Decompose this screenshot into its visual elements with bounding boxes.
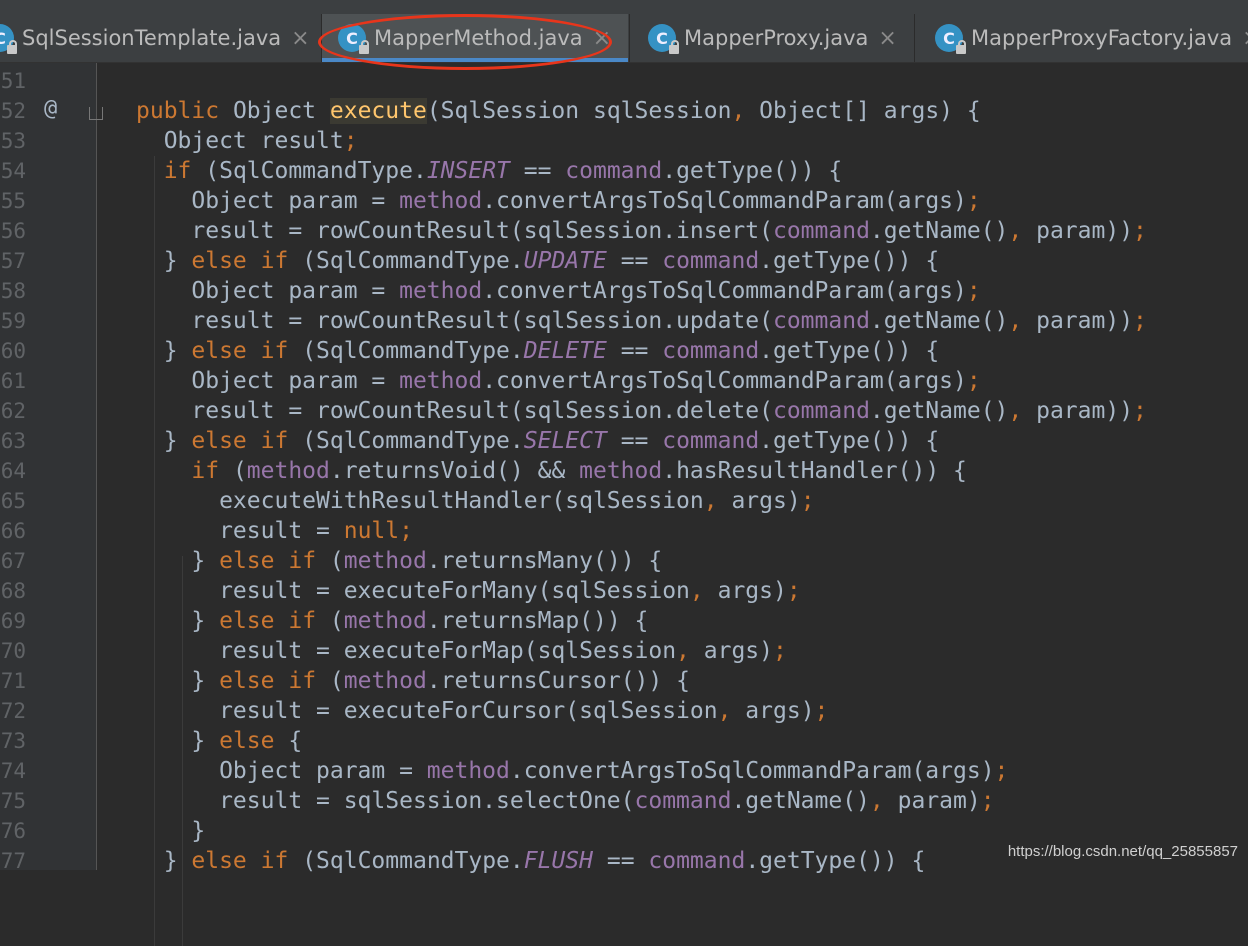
line-number: 67 (0, 549, 26, 573)
code-line[interactable]: } else if (SqlCommandType.SELECT == comm… (136, 426, 940, 456)
editor-tab-bar: C SqlSessionTemplate.java × C MapperMeth… (0, 0, 1248, 63)
line-number: 61 (0, 369, 26, 393)
class-icon: C (338, 24, 369, 54)
lock-icon (669, 40, 679, 54)
tab-mappermethod[interactable]: C MapperMethod.java × (322, 14, 628, 62)
code-line[interactable]: } (136, 816, 205, 846)
line-number: 77 (0, 849, 26, 873)
code-line[interactable]: Object param = method.convertArgsToSqlCo… (136, 276, 980, 306)
gutter-divider (96, 63, 97, 870)
line-number: 76 (0, 819, 26, 843)
line-number: 53 (0, 129, 26, 153)
close-tab-icon[interactable]: × (593, 26, 611, 51)
line-number: 58 (0, 279, 26, 303)
class-icon-letter: C (943, 28, 955, 48)
line-number: 62 (0, 399, 26, 423)
code-line[interactable]: result = executeForCursor(sqlSession, ar… (136, 696, 828, 726)
line-number: 73 (0, 729, 26, 753)
active-tab-indicator (322, 58, 628, 62)
class-icon-letter: C (0, 29, 6, 48)
code-line[interactable]: } else { (136, 726, 302, 756)
line-number: 57 (0, 249, 26, 273)
line-number: 66 (0, 519, 26, 543)
lock-icon (956, 40, 966, 54)
code-line[interactable]: public Object execute(SqlSession sqlSess… (136, 96, 981, 126)
close-tab-icon[interactable]: × (878, 26, 896, 51)
code-line[interactable]: result = null; (136, 516, 413, 546)
line-number: 65 (0, 489, 26, 513)
tab-sqlsessiontemplate[interactable]: C SqlSessionTemplate.java × (0, 14, 321, 62)
line-number: 59 (0, 309, 26, 333)
line-number: 51 (0, 69, 26, 93)
line-number: 63 (0, 429, 26, 453)
class-icon: C (935, 24, 966, 54)
tab-label: MapperProxyFactory.java (971, 26, 1233, 50)
close-tab-icon[interactable]: × (291, 26, 309, 51)
line-number: 54 (0, 159, 26, 183)
indent-guide (154, 156, 155, 946)
watermark: https://blog.csdn.net/qq_25855857 (1007, 843, 1238, 860)
line-number: 68 (0, 579, 26, 603)
lock-icon (7, 40, 17, 54)
code-line[interactable]: } else if (method.returnsMap()) { (136, 606, 648, 636)
tab-label: MapperProxy.java (684, 26, 869, 50)
line-number: 60 (0, 339, 26, 363)
lock-icon (359, 40, 369, 54)
class-icon: C (648, 24, 679, 54)
code-line[interactable]: result = executeForMany(sqlSession, args… (136, 576, 801, 606)
line-number: 70 (0, 639, 26, 663)
line-number: 56 (0, 219, 26, 243)
code-line[interactable]: result = rowCountResult(sqlSession.delet… (136, 396, 1147, 426)
code-line[interactable]: result = executeForMap(sqlSession, args)… (136, 636, 787, 666)
code-line[interactable]: if (method.returnsVoid() && method.hasRe… (136, 456, 966, 486)
code-line[interactable]: Object param = method.convertArgsToSqlCo… (136, 186, 980, 216)
tab-label: SqlSessionTemplate.java (22, 26, 282, 50)
line-number: 55 (0, 189, 26, 213)
class-icon-letter: C (656, 28, 668, 48)
tab-mapperproxyfactory[interactable]: C MapperProxyFactory.java × (915, 14, 1248, 62)
code-line[interactable]: result = sqlSession.selectOne(command.ge… (136, 786, 995, 816)
line-number: 71 (0, 669, 26, 693)
code-line[interactable]: if (SqlCommandType.INSERT == command.get… (136, 156, 843, 186)
line-number: 64 (0, 459, 26, 483)
line-number: 69 (0, 609, 26, 633)
code-line[interactable]: Object param = method.convertArgsToSqlCo… (136, 756, 1008, 786)
code-line[interactable]: } else if (SqlCommandType.FLUSH == comma… (136, 846, 926, 876)
code-line[interactable]: Object result; (136, 126, 358, 156)
fold-marker-icon[interactable] (89, 107, 103, 120)
line-number: 75 (0, 789, 26, 813)
code-line[interactable]: Object param = method.convertArgsToSqlCo… (136, 366, 980, 396)
code-line[interactable]: } else if (SqlCommandType.DELETE == comm… (136, 336, 940, 366)
line-number: 52 (0, 99, 26, 123)
line-number: 72 (0, 699, 26, 723)
line-number: 74 (0, 759, 26, 783)
class-icon: C (0, 24, 17, 54)
tab-mapperproxy[interactable]: C MapperProxy.java × (630, 14, 914, 62)
code-line[interactable]: executeWithResultHandler(sqlSession, arg… (136, 486, 814, 516)
code-line[interactable]: result = rowCountResult(sqlSession.updat… (136, 306, 1147, 336)
code-line[interactable]: } else if (method.returnsCursor()) { (136, 666, 690, 696)
code-line[interactable]: } else if (method.returnsMany()) { (136, 546, 662, 576)
tab-label: MapperMethod.java (374, 26, 583, 50)
override-annotation-icon[interactable]: @ (44, 96, 57, 121)
code-line[interactable]: } else if (SqlCommandType.UPDATE == comm… (136, 246, 940, 276)
indent-guide (182, 556, 183, 946)
class-icon-letter: C (346, 28, 358, 48)
code-line[interactable]: result = rowCountResult(sqlSession.inser… (136, 216, 1147, 246)
close-tab-icon[interactable]: × (1242, 26, 1248, 51)
